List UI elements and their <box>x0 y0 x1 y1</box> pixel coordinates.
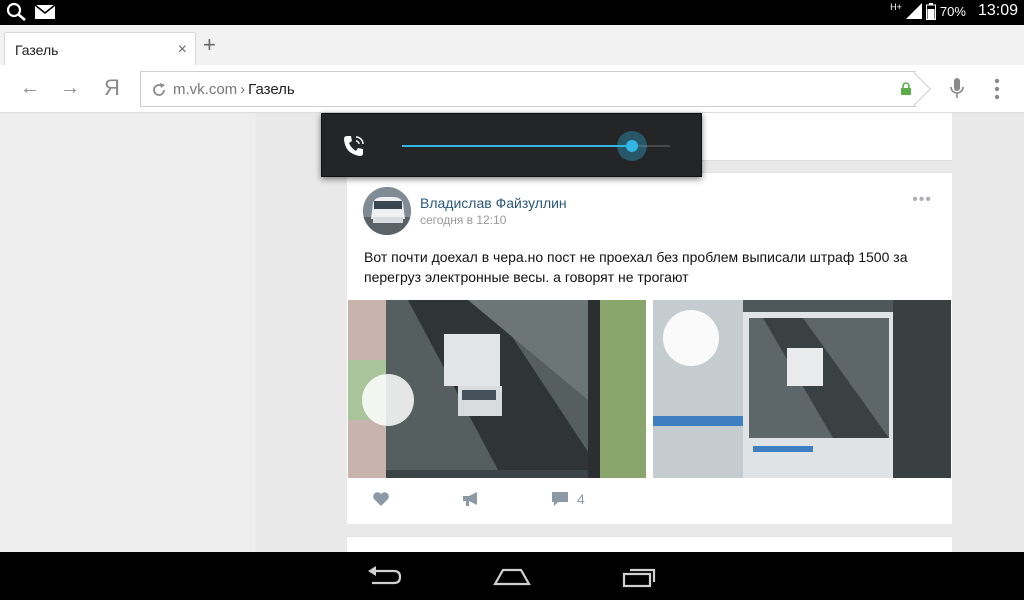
photo-2-image <box>653 300 951 478</box>
forward-icon[interactable]: → <box>60 78 80 98</box>
clock: 13:09 <box>977 2 1018 19</box>
comment-button[interactable]: 4 <box>551 491 585 507</box>
phone-icon <box>344 136 364 156</box>
post-options-icon[interactable]: ••• <box>912 191 932 209</box>
post-photo-1[interactable] <box>348 300 646 478</box>
volume-slider[interactable] <box>402 131 670 161</box>
like-icon <box>373 492 389 506</box>
browser-toolbar: ← → Я m.vk.com › Газель <box>0 65 1024 113</box>
reload-icon[interactable] <box>150 81 168 99</box>
nav-back-icon[interactable] <box>366 566 402 588</box>
search-icon <box>6 2 26 21</box>
yandex-icon[interactable]: Я <box>104 77 120 99</box>
new-tab-button[interactable]: + <box>203 34 216 56</box>
share-icon <box>463 492 477 506</box>
url-text: m.vk.com › Газель <box>173 81 295 98</box>
nav-home-icon[interactable] <box>493 568 531 586</box>
network-type: H+ <box>890 2 902 12</box>
signal-icon <box>905 3 922 19</box>
comment-icon <box>552 492 568 506</box>
battery-icon <box>925 2 936 20</box>
comment-count: 4 <box>577 491 585 507</box>
address-bar[interactable]: m.vk.com › Газель <box>140 71 931 107</box>
url-page: Газель <box>248 81 295 98</box>
system-nav-bar <box>0 552 1024 600</box>
post-text: Вот почти доехал в чера.но пост не проех… <box>364 249 908 285</box>
lock-icon <box>901 82 911 95</box>
mail-icon <box>34 4 56 19</box>
volume-slider-thumb[interactable] <box>617 131 647 161</box>
tab-strip: Газель × + <box>0 25 1024 65</box>
mic-icon[interactable] <box>950 78 964 100</box>
post-time[interactable]: сегодня в 12:10 <box>420 213 506 227</box>
tab-title: Газель <box>15 42 59 58</box>
volume-slider-fill <box>402 145 632 147</box>
url-separator: › <box>240 81 246 98</box>
screen: H+ 70% 13:09 Газель × + ← → Я m.vk.com › Г… <box>0 0 1024 600</box>
nav-recents-icon[interactable] <box>622 566 658 588</box>
post-photo-2[interactable] <box>653 300 951 478</box>
status-bar: H+ 70% 13:09 <box>0 0 1024 25</box>
post-actions: 4 <box>347 487 952 515</box>
avatar-image <box>363 187 411 235</box>
photo-1-image <box>348 300 646 478</box>
menu-icon[interactable] <box>994 78 1000 100</box>
share-button[interactable] <box>461 491 481 507</box>
left-column <box>0 113 255 552</box>
close-tab-icon[interactable]: × <box>178 41 187 59</box>
like-button[interactable] <box>372 491 390 507</box>
post-author[interactable]: Владислав Файзуллин <box>420 195 567 211</box>
browser-tab[interactable]: Газель × <box>4 32 196 65</box>
post-card: Владислав Файзуллин сегодня в 12:10 ••• … <box>347 172 952 524</box>
volume-popup <box>321 113 702 177</box>
battery-level: 70% <box>939 3 966 19</box>
url-domain: m.vk.com <box>173 81 238 98</box>
back-icon[interactable]: ← <box>20 78 40 98</box>
avatar[interactable] <box>363 187 411 235</box>
